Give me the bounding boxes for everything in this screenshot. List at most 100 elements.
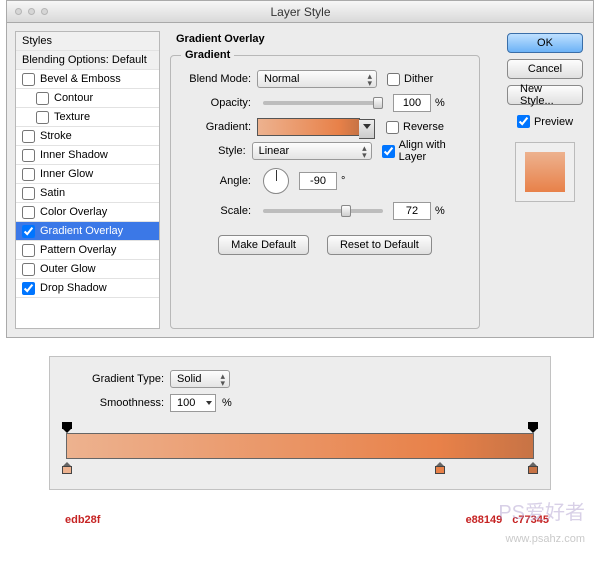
chevron-updown-icon: ▴▾: [220, 373, 225, 387]
style-item-label: Pattern Overlay: [40, 244, 116, 256]
chevron-down-icon: [363, 124, 371, 129]
hex-1: edb28f: [65, 514, 100, 526]
hex-2: e88149: [466, 514, 503, 526]
opacity-stop[interactable]: [528, 422, 538, 432]
style-item-label: Bevel & Emboss: [40, 73, 121, 85]
style-item-checkbox[interactable]: [22, 206, 35, 219]
section-title: Gradient Overlay: [176, 33, 495, 45]
percent-label: %: [222, 397, 232, 409]
align-checkbox[interactable]: Align with Layer: [382, 139, 469, 163]
scale-field[interactable]: 72: [393, 202, 431, 220]
style-item-bevel-emboss[interactable]: Bevel & Emboss: [16, 70, 159, 89]
style-item-label: Inner Shadow: [40, 149, 108, 161]
style-item-inner-glow[interactable]: Inner Glow: [16, 165, 159, 184]
titlebar: Layer Style: [7, 1, 593, 23]
reset-default-button[interactable]: Reset to Default: [327, 235, 432, 255]
reverse-checkbox[interactable]: Reverse: [386, 121, 444, 134]
dither-checkbox[interactable]: Dither: [387, 73, 433, 86]
style-item-label: Drop Shadow: [40, 282, 107, 294]
style-item-gradient-overlay[interactable]: Gradient Overlay: [16, 222, 159, 241]
style-item-stroke[interactable]: Stroke: [16, 127, 159, 146]
gradient-bar[interactable]: [66, 433, 534, 459]
style-item-checkbox[interactable]: [22, 168, 35, 181]
chevron-updown-icon: ▴▾: [367, 73, 372, 87]
style-item-checkbox[interactable]: [22, 187, 35, 200]
degree-label: °: [341, 175, 345, 187]
window-title: Layer Style: [48, 5, 593, 19]
style-item-pattern-overlay[interactable]: Pattern Overlay: [16, 241, 159, 260]
preview-checkbox[interactable]: Preview: [517, 115, 573, 128]
gradient-panel: Gradient Blend Mode: Normal▴▾ Dither Opa…: [170, 49, 480, 329]
color-stop[interactable]: [62, 462, 72, 472]
style-item-checkbox[interactable]: [36, 92, 49, 105]
layer-style-dialog: Layer Style Styles Blending Options: Def…: [6, 0, 594, 338]
color-stop[interactable]: [528, 462, 538, 472]
styles-list: Styles Blending Options: Default Bevel &…: [15, 31, 160, 329]
gradient-type-label: Gradient Type:: [64, 373, 164, 385]
window-controls: [7, 8, 48, 15]
smoothness-field[interactable]: 100: [170, 394, 216, 412]
style-item-checkbox[interactable]: [22, 225, 35, 238]
angle-label: Angle:: [181, 175, 251, 187]
blending-options-row[interactable]: Blending Options: Default: [16, 51, 159, 70]
chevron-updown-icon: ▴▾: [362, 145, 367, 159]
percent-label: %: [435, 97, 445, 109]
style-item-checkbox[interactable]: [36, 111, 49, 124]
hex-annotations: edb28f e88149 c77345: [49, 514, 551, 526]
watermark-url: www.psahz.com: [506, 533, 585, 545]
close-icon[interactable]: [15, 8, 22, 15]
fieldset-legend: Gradient: [181, 49, 234, 61]
chevron-down-icon: [206, 401, 212, 405]
style-item-drop-shadow[interactable]: Drop Shadow: [16, 279, 159, 298]
style-item-color-overlay[interactable]: Color Overlay: [16, 203, 159, 222]
style-item-label: Color Overlay: [40, 206, 107, 218]
opacity-label: Opacity:: [181, 97, 251, 109]
scale-label: Scale:: [181, 205, 251, 217]
style-item-label: Satin: [40, 187, 65, 199]
preview-swatch: [525, 152, 565, 192]
minimize-icon[interactable]: [28, 8, 35, 15]
gradient-editor: Gradient Type: Solid▴▾ Smoothness: 100 %: [49, 356, 551, 490]
color-stop[interactable]: [435, 462, 445, 472]
style-label: Style:: [181, 145, 246, 157]
style-item-checkbox[interactable]: [22, 149, 35, 162]
style-item-label: Gradient Overlay: [40, 225, 123, 237]
opacity-field[interactable]: 100: [393, 94, 431, 112]
smoothness-label: Smoothness:: [64, 397, 164, 409]
opacity-slider[interactable]: [263, 101, 383, 105]
style-item-contour[interactable]: Contour: [16, 89, 159, 108]
new-style-button[interactable]: New Style...: [507, 85, 583, 105]
style-item-checkbox[interactable]: [22, 282, 35, 295]
hex-3: c77345: [512, 514, 549, 526]
style-item-checkbox[interactable]: [22, 130, 35, 143]
percent-label: %: [435, 205, 445, 217]
blend-mode-label: Blend Mode:: [181, 73, 251, 85]
opacity-stop[interactable]: [62, 422, 72, 432]
angle-field[interactable]: -90: [299, 172, 337, 190]
style-item-satin[interactable]: Satin: [16, 184, 159, 203]
style-select[interactable]: Linear▴▾: [252, 142, 372, 160]
make-default-button[interactable]: Make Default: [218, 235, 309, 255]
gradient-label: Gradient:: [181, 121, 251, 133]
style-item-inner-shadow[interactable]: Inner Shadow: [16, 146, 159, 165]
style-item-checkbox[interactable]: [22, 73, 35, 86]
style-item-outer-glow[interactable]: Outer Glow: [16, 260, 159, 279]
style-item-label: Contour: [54, 92, 93, 104]
style-item-texture[interactable]: Texture: [16, 108, 159, 127]
style-item-label: Inner Glow: [40, 168, 93, 180]
blend-mode-select[interactable]: Normal▴▾: [257, 70, 377, 88]
scale-slider[interactable]: [263, 209, 383, 213]
preview-box: [515, 142, 575, 202]
style-item-checkbox[interactable]: [22, 263, 35, 276]
cancel-button[interactable]: Cancel: [507, 59, 583, 79]
style-item-label: Stroke: [40, 130, 72, 142]
angle-dial[interactable]: [263, 168, 289, 194]
styles-header[interactable]: Styles: [16, 32, 159, 51]
zoom-icon[interactable]: [41, 8, 48, 15]
style-item-label: Texture: [54, 111, 90, 123]
gradient-swatch[interactable]: [257, 118, 360, 136]
gradient-type-select[interactable]: Solid▴▾: [170, 370, 230, 388]
style-item-checkbox[interactable]: [22, 244, 35, 257]
style-item-label: Outer Glow: [40, 263, 96, 275]
ok-button[interactable]: OK: [507, 33, 583, 53]
